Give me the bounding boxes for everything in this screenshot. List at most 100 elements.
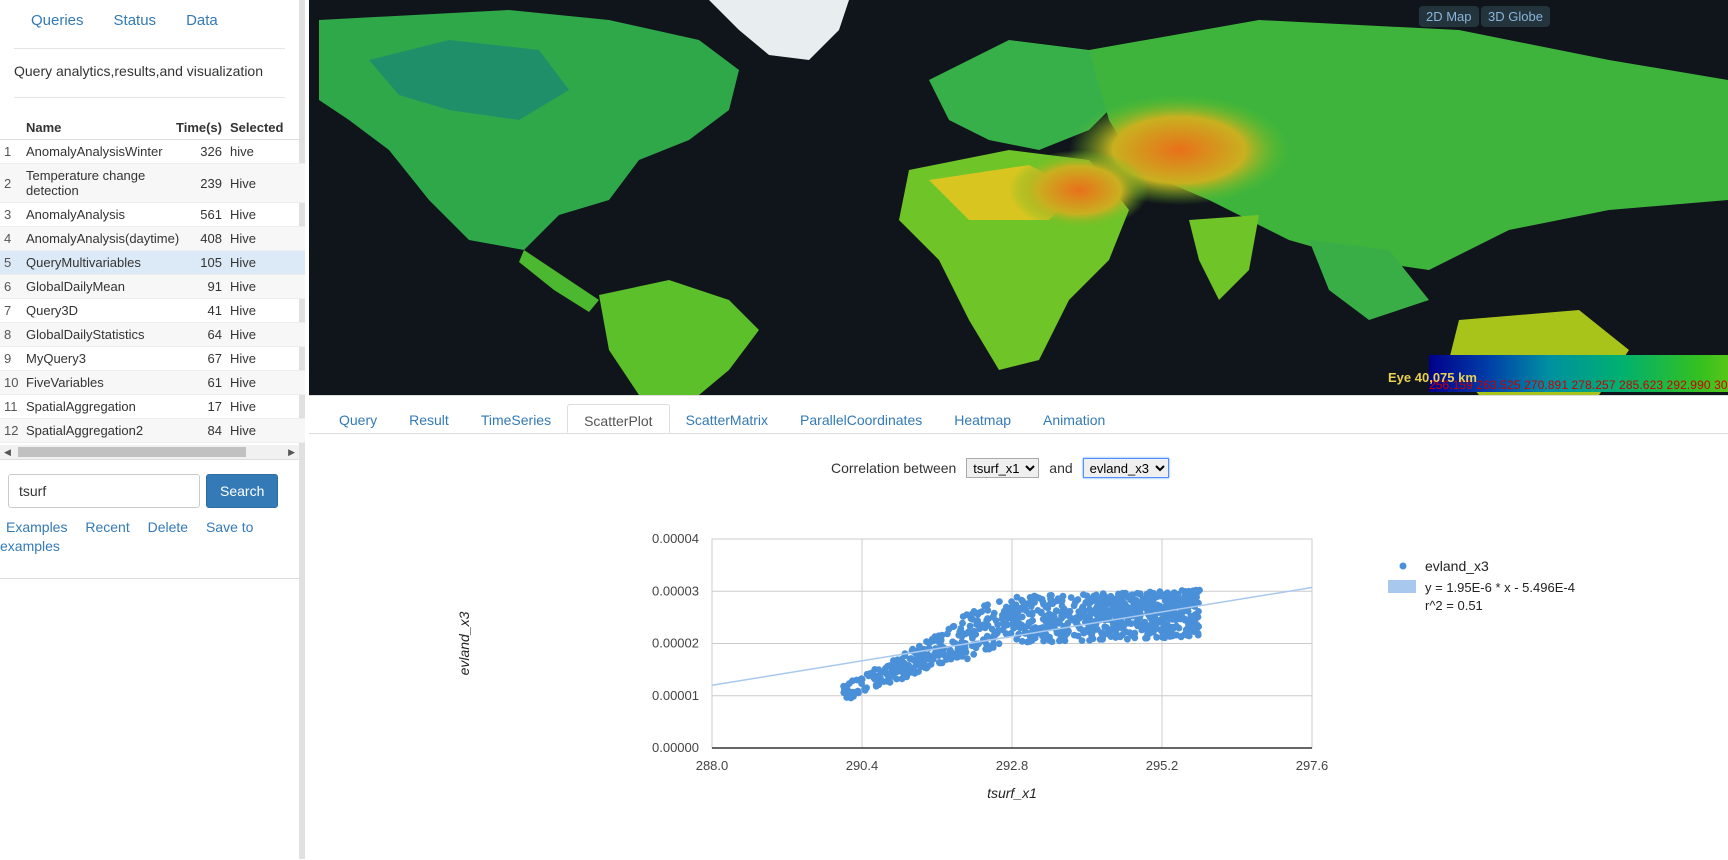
query-row[interactable]: 1 AnomalyAnalysisWinter 326 hive xyxy=(0,139,305,164)
y-tick-label: 0.00000 xyxy=(652,740,699,755)
query-name: MyQuery3 xyxy=(22,346,172,371)
tab-query[interactable]: Query xyxy=(323,404,393,433)
scatter-point xyxy=(1192,595,1200,603)
query-name: AnomalyAnalysisWinter xyxy=(22,139,172,164)
tab-scattermatrix[interactable]: ScatterMatrix xyxy=(670,404,784,433)
scatter-point xyxy=(884,662,892,670)
col-selected[interactable]: Selected xyxy=(226,116,305,140)
scatter-point xyxy=(938,659,946,667)
scatter-point xyxy=(962,630,969,638)
query-row[interactable]: 9 MyQuery3 67 Hive xyxy=(0,346,305,371)
chart-grid xyxy=(711,538,1313,749)
scatter-point xyxy=(946,646,954,654)
query-row[interactable]: 7 Query3D 41 Hive xyxy=(0,298,305,323)
tab-result[interactable]: Result xyxy=(393,404,465,433)
scatter-point xyxy=(984,607,992,614)
scatter-point xyxy=(1067,594,1075,601)
scrollbar-thumb[interactable] xyxy=(18,447,246,457)
panel-subtitle: Query analytics,results,and visualizatio… xyxy=(14,63,264,79)
arabia-hotspot xyxy=(1009,150,1149,230)
scatter-point xyxy=(1086,605,1094,613)
scatter-point xyxy=(1159,631,1167,639)
scatter-chart: 288.0 290.4 292.8 295.2 297.6 0.00000 0.00001… xyxy=(456,531,1575,801)
query-engine: Hive xyxy=(226,226,305,251)
scatter-point xyxy=(978,608,986,615)
table-horizontal-scrollbar[interactable]: ◀ ▶ xyxy=(0,445,299,460)
eye-altitude: Eye 40,075 km xyxy=(1388,370,1477,385)
query-engine: Hive xyxy=(226,346,305,371)
query-time: 84 xyxy=(172,418,226,443)
query-name: SpatialAggregation2 xyxy=(22,418,172,443)
row-index: 4 xyxy=(0,226,22,251)
tab-parallelcoordinates[interactable]: ParallelCoordinates xyxy=(784,404,938,433)
scroll-right-icon[interactable]: ▶ xyxy=(288,445,295,459)
search-button[interactable]: Search xyxy=(206,474,279,508)
query-row[interactable]: 12 SpatialAggregation2 84 Hive xyxy=(0,418,305,443)
query-time: 105 xyxy=(172,250,226,275)
query-row[interactable]: 2 Temperature change detection 239 Hive xyxy=(0,163,305,203)
scatter-point xyxy=(1074,632,1082,640)
scatter-point xyxy=(1141,624,1149,632)
scatter-point xyxy=(931,650,938,658)
scatter-point xyxy=(1043,635,1051,642)
map-2d-button[interactable]: 2D Map xyxy=(1419,6,1479,27)
scatter-point xyxy=(944,630,951,638)
x-tick-label: 297.6 xyxy=(1296,758,1329,773)
tab-heatmap[interactable]: Heatmap xyxy=(938,404,1027,433)
visualization-panel: Query Result TimeSeries ScatterPlot Scat… xyxy=(309,395,1728,860)
scatter-point xyxy=(865,672,872,680)
query-name: SpatialAggregation xyxy=(22,394,172,419)
search-input[interactable] xyxy=(8,474,200,508)
recent-link[interactable]: Recent xyxy=(85,519,129,535)
nav-data[interactable]: Data xyxy=(171,12,233,29)
delete-link[interactable]: Delete xyxy=(148,519,188,535)
scatter-point xyxy=(872,682,880,690)
scatter-point xyxy=(1169,615,1176,623)
query-engine: Hive xyxy=(226,298,305,323)
scatter-point xyxy=(1059,592,1067,600)
scatter-point xyxy=(1104,600,1112,607)
scatter-point xyxy=(841,687,848,695)
query-table: Name Time(s) Selected 1 AnomalyAnalysisWi… xyxy=(0,116,305,443)
query-row[interactable]: 5 QueryMultivariables 105 Hive xyxy=(0,250,305,275)
scatter-point xyxy=(970,608,978,615)
nav-status[interactable]: Status xyxy=(99,12,172,29)
query-engine: Hive xyxy=(226,163,305,203)
query-row[interactable]: 6 GlobalDailyMean 91 Hive xyxy=(0,274,305,299)
scatter-point xyxy=(1154,602,1161,609)
scatter-point xyxy=(1080,612,1088,619)
world-map[interactable]: 2D Map 3D Globe 256.159 263.525 270.891 … xyxy=(309,0,1728,395)
scatter-point xyxy=(1053,607,1060,614)
scatter-point xyxy=(1029,617,1036,624)
scatter-point xyxy=(1085,595,1093,602)
x-tick-label: 288.0 xyxy=(696,758,729,773)
query-time: 239 xyxy=(172,163,226,203)
tab-timeseries[interactable]: TimeSeries xyxy=(465,404,567,433)
examples-link[interactable]: Examples xyxy=(6,519,67,535)
globe-3d-button[interactable]: 3D Globe xyxy=(1481,6,1550,27)
scatter-point xyxy=(967,630,975,638)
query-engine: Hive xyxy=(226,394,305,419)
scatter-point xyxy=(1092,595,1100,603)
query-row[interactable]: 8 GlobalDailyStatistics 64 Hive xyxy=(0,322,305,347)
query-row[interactable]: 11 SpatialAggregation 17 Hive xyxy=(0,394,305,419)
scatter-point xyxy=(1190,628,1198,636)
query-time: 561 xyxy=(172,202,226,227)
scatter-point xyxy=(964,655,971,663)
scatter-point xyxy=(1169,602,1177,609)
col-name[interactable]: Name xyxy=(22,116,172,140)
tab-scatterplot[interactable]: ScatterPlot xyxy=(567,404,670,433)
scatter-point xyxy=(1115,621,1123,629)
scroll-left-icon[interactable]: ◀ xyxy=(4,445,11,459)
nav-queries[interactable]: Queries xyxy=(16,12,99,29)
scatter-point xyxy=(1109,620,1117,628)
col-time[interactable]: Time(s) xyxy=(172,116,226,140)
scatter-point xyxy=(1143,590,1151,598)
row-index: 12 xyxy=(0,418,22,443)
query-engine: Hive xyxy=(226,202,305,227)
query-row[interactable]: 4 AnomalyAnalysis(daytime) 408 Hive xyxy=(0,226,305,251)
query-row[interactable]: 3 AnomalyAnalysis 561 Hive xyxy=(0,202,305,227)
scatter-point xyxy=(1195,608,1202,615)
query-row[interactable]: 10 FiveVariables 61 Hive xyxy=(0,370,305,395)
tab-animation[interactable]: Animation xyxy=(1027,404,1121,433)
